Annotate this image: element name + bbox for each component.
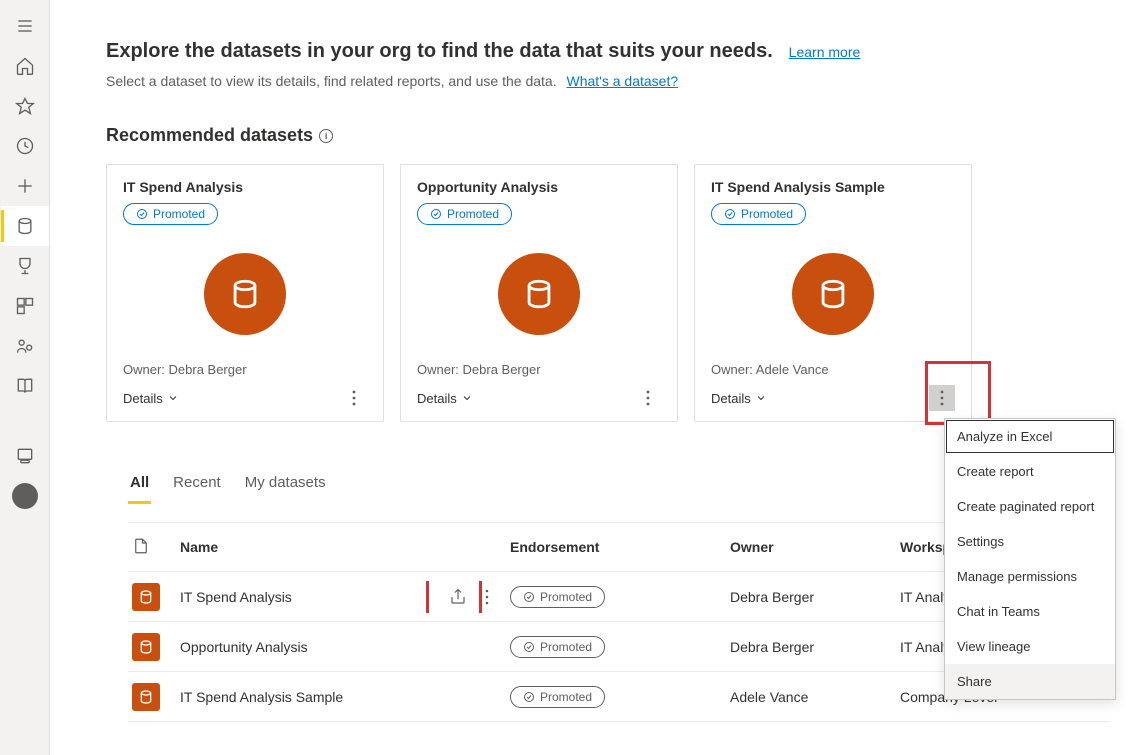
row-name: Opportunity Analysis — [180, 639, 308, 655]
details-button[interactable]: Details — [417, 391, 473, 406]
card-owner: Owner: Debra Berger — [417, 362, 661, 377]
card-more-button[interactable] — [635, 385, 661, 411]
tab-all[interactable]: All — [128, 468, 151, 504]
dataset-icon — [132, 633, 160, 661]
row-owner: Debra Berger — [726, 589, 896, 605]
menu-analyze-excel[interactable]: Analyze in Excel — [945, 419, 1115, 454]
menu-permissions[interactable]: Manage permissions — [945, 559, 1115, 594]
file-icon — [128, 537, 176, 558]
info-icon[interactable]: i — [319, 129, 333, 143]
dataset-icon — [792, 253, 874, 335]
menu-settings[interactable]: Settings — [945, 524, 1115, 559]
nav-learn[interactable] — [1, 366, 49, 406]
card-more-button[interactable] — [341, 385, 367, 411]
whats-a-dataset-link[interactable]: What's a dataset? — [567, 73, 679, 89]
left-nav — [0, 0, 50, 755]
card-owner: Owner: Debra Berger — [123, 362, 367, 377]
menu-create-report[interactable]: Create report — [945, 454, 1115, 489]
section-title: Recommended datasets i — [106, 125, 1110, 146]
row-name: IT Spend Analysis — [180, 589, 292, 605]
nav-workspaces[interactable] — [1, 436, 49, 476]
card-title: IT Spend Analysis — [123, 179, 367, 195]
main-content: Explore the datasets in your org to find… — [50, 0, 1144, 755]
col-name[interactable]: Name — [176, 539, 506, 555]
dataset-card[interactable]: IT Spend Analysis Sample Promoted Owner:… — [694, 164, 972, 422]
dataset-card[interactable]: IT Spend Analysis Promoted Owner: Debra … — [106, 164, 384, 422]
dataset-icon — [132, 583, 160, 611]
nav-my-workspace[interactable] — [1, 476, 49, 516]
dataset-icon — [498, 253, 580, 335]
row-owner: Adele Vance — [726, 689, 896, 705]
tab-recent[interactable]: Recent — [171, 468, 223, 504]
card-row: IT Spend Analysis Promoted Owner: Debra … — [106, 164, 1110, 422]
card-title: IT Spend Analysis Sample — [711, 179, 955, 195]
row-more-button[interactable] — [478, 589, 496, 605]
promoted-badge: Promoted — [417, 203, 512, 225]
nav-apps[interactable] — [1, 286, 49, 326]
endorsement-pill: Promoted — [510, 636, 605, 658]
card-title: Opportunity Analysis — [417, 179, 661, 195]
nav-hamburger[interactable] — [1, 6, 49, 46]
promoted-badge: Promoted — [711, 203, 806, 225]
nav-favorites[interactable] — [1, 86, 49, 126]
nav-datasets[interactable] — [1, 206, 49, 246]
col-endorsement[interactable]: Endorsement — [506, 539, 726, 555]
card-more-button[interactable] — [929, 385, 955, 411]
dataset-icon — [204, 253, 286, 335]
dataset-card[interactable]: Opportunity Analysis Promoted Owner: Deb… — [400, 164, 678, 422]
menu-chat-teams[interactable]: Chat in Teams — [945, 594, 1115, 629]
page-headline: Explore the datasets in your org to find… — [106, 40, 773, 62]
promoted-badge: Promoted — [123, 203, 218, 225]
card-owner: Owner: Adele Vance — [711, 362, 955, 377]
menu-view-lineage[interactable]: View lineage — [945, 629, 1115, 664]
nav-goals[interactable] — [1, 246, 49, 286]
details-button[interactable]: Details — [123, 391, 179, 406]
menu-share[interactable]: Share — [945, 664, 1115, 699]
row-name: IT Spend Analysis Sample — [180, 689, 343, 705]
endorsement-pill: Promoted — [510, 686, 605, 708]
nav-home[interactable] — [1, 46, 49, 86]
page-subline: Select a dataset to view its details, fi… — [106, 73, 557, 89]
nav-recent[interactable] — [1, 126, 49, 166]
details-button[interactable]: Details — [711, 391, 767, 406]
context-menu: Analyze in Excel Create report Create pa… — [944, 418, 1116, 700]
dataset-icon — [132, 683, 160, 711]
tab-my-datasets[interactable]: My datasets — [243, 468, 328, 504]
col-owner[interactable]: Owner — [726, 539, 896, 555]
learn-more-link[interactable]: Learn more — [789, 44, 861, 60]
row-owner: Debra Berger — [726, 639, 896, 655]
share-button[interactable] — [442, 581, 474, 613]
nav-shared[interactable] — [1, 326, 49, 366]
nav-create[interactable] — [1, 166, 49, 206]
menu-create-paginated[interactable]: Create paginated report — [945, 489, 1115, 524]
endorsement-pill: Promoted — [510, 586, 605, 608]
